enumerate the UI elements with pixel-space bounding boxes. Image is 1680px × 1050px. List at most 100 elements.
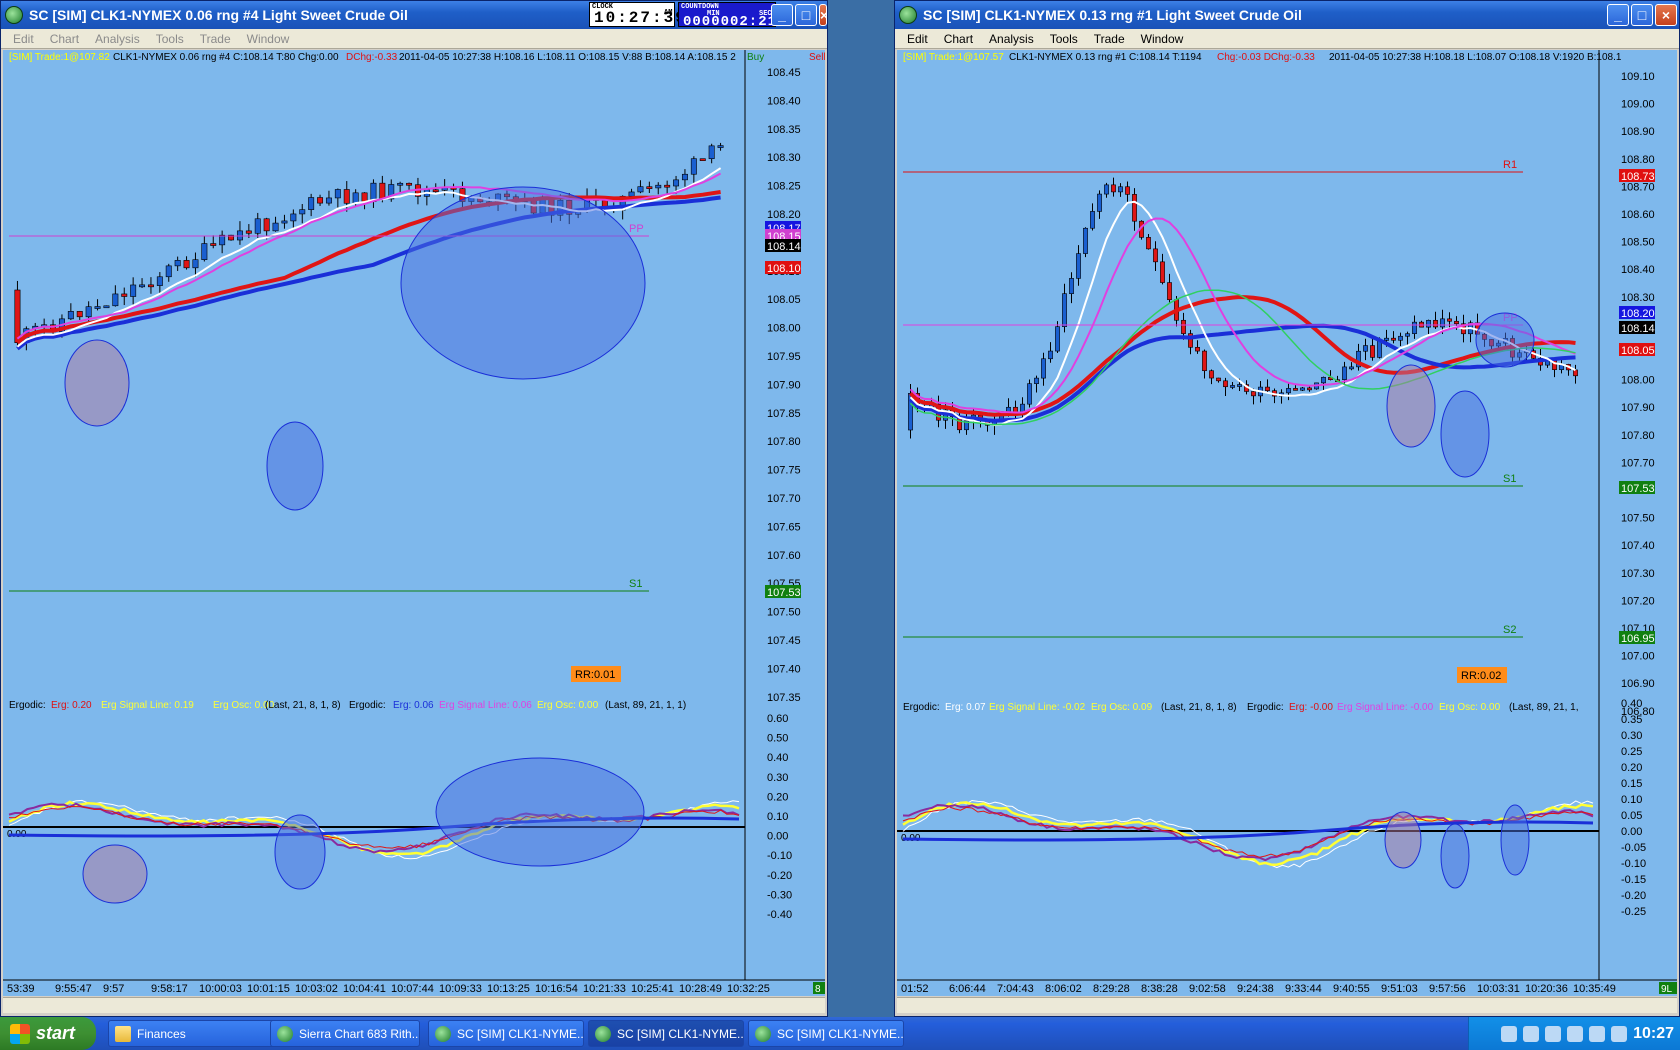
candle-up	[397, 182, 404, 186]
tray-icon[interactable]	[1545, 1025, 1562, 1042]
minimize-button[interactable]: _	[771, 4, 793, 26]
price-axis-tick: 107.70	[1621, 457, 1655, 469]
candle-up	[637, 186, 644, 193]
price-axis-tick: 107.30	[1621, 568, 1655, 580]
highlight-ellipse	[435, 757, 645, 867]
osc-axis-tick: -0.20	[767, 870, 792, 882]
menu-chart[interactable]: Chart	[936, 32, 981, 46]
menu-analysis[interactable]: Analysis	[87, 32, 148, 46]
task-sierra-chart[interactable]: Sierra Chart 683 Rith...	[270, 1020, 420, 1047]
tray-clock[interactable]: 10:27	[1633, 1025, 1674, 1043]
candle-up	[165, 265, 172, 278]
menu-window[interactable]: Window	[1133, 32, 1192, 46]
tray-icon[interactable]	[1501, 1025, 1518, 1042]
candle-up	[85, 306, 92, 318]
price-axis-tick: 108.30	[767, 152, 801, 164]
osc-axis-tick: -0.15	[1621, 874, 1646, 886]
task-chart-2[interactable]: SC [SIM] CLK1-NYME...	[588, 1020, 744, 1047]
time-axis-tick: 10:21:33	[583, 983, 626, 995]
price-axis-tick: 107.20	[1621, 595, 1655, 607]
task-label: Finances	[137, 1026, 186, 1041]
task-chart-1[interactable]: SC [SIM] CLK1-NYME...	[428, 1020, 584, 1047]
price-axis-tick: 107.70	[767, 493, 801, 505]
candle-up	[201, 243, 208, 261]
candle-down	[263, 218, 270, 232]
tray-icon[interactable]	[1523, 1025, 1540, 1042]
chart-info-rest: 2011-04-05 10:27:38 H:108.18 L:108.07 O:…	[1329, 52, 1622, 63]
left-title-bar[interactable]: SC [SIM] CLK1-NYMEX 0.06 rng #4 Light Sw…	[1, 1, 827, 30]
menu-trade[interactable]: Trade	[1086, 32, 1133, 46]
osc-axis-tick: -0.20	[1621, 890, 1646, 902]
tray-icon[interactable]	[1567, 1025, 1584, 1042]
menu-analysis[interactable]: Analysis	[981, 32, 1042, 46]
right-chart-area[interactable]: 109.10 109.00 108.90 108.80 108.70 108.60 108.…	[897, 50, 1677, 996]
osc-axis-tick: 0.50	[767, 733, 788, 745]
price-axis-tick: 107.45	[767, 635, 801, 647]
system-tray: 10:27	[1468, 1017, 1680, 1050]
osc-axis-tick: 0.60	[767, 713, 788, 725]
candle-up	[1090, 211, 1095, 229]
candle-up	[708, 145, 715, 160]
candle-down	[14, 289, 21, 343]
maximize-button[interactable]: □	[795, 4, 817, 26]
highlight-ellipse	[274, 814, 326, 890]
close-button[interactable]: ×	[819, 4, 827, 26]
candle-up	[1412, 321, 1417, 334]
right-chart-window[interactable]: SC [SIM] CLK1-NYMEX 0.13 rng #1 Light Sw…	[894, 0, 1680, 1017]
right-horizontal-scrollbar[interactable]	[897, 997, 1677, 1013]
clock-ampm: AM	[664, 9, 673, 17]
right-chart-svg[interactable]: 109.10 109.00 108.90 108.80 108.70 108.60 108.…	[897, 50, 1677, 996]
price-axis-tick: 108.40	[767, 95, 801, 107]
menu-tools[interactable]: Tools	[148, 32, 192, 46]
close-button[interactable]: ×	[1655, 4, 1677, 26]
left-chart-svg[interactable]: 108.45 108.40 108.35 108.30 108.25 108.20 108.…	[3, 50, 825, 996]
price-axis-tick: 107.75	[767, 465, 801, 477]
menu-trade[interactable]: Trade	[192, 32, 239, 46]
osc-legend-erg: Erg: 0.06	[393, 700, 434, 711]
highlight-ellipse	[266, 421, 324, 511]
candle-up	[334, 189, 341, 199]
left-chart-area[interactable]: 108.45 108.40 108.35 108.30 108.25 108.20 108.…	[3, 50, 825, 996]
osc-axis-tick: -0.10	[1621, 858, 1646, 870]
left-horizontal-scrollbar[interactable]	[3, 997, 825, 1013]
time-axis-tick: 53:39	[7, 983, 35, 995]
time-axis-tick: 10:03:02	[295, 983, 338, 995]
osc-legend-name: Ergodic:	[9, 700, 46, 711]
sierra-chart-icon	[899, 6, 917, 24]
chart-info-line: CLK1-NYMEX 0.13 rng #1 C:108.14 T:1194	[1009, 52, 1202, 63]
start-button[interactable]: start	[0, 1017, 96, 1050]
price-axis-tick: 107.95	[767, 351, 801, 363]
candle-down	[1216, 377, 1221, 382]
menu-edit[interactable]: Edit	[899, 32, 936, 46]
menu-tools[interactable]: Tools	[1042, 32, 1086, 46]
minimize-button[interactable]: _	[1607, 4, 1629, 26]
task-chart-3[interactable]: SC [SIM] CLK1-NYME...	[748, 1020, 904, 1047]
osc-axis-tick: -0.25	[1621, 906, 1646, 918]
right-title-bar[interactable]: SC [SIM] CLK1-NYMEX 0.13 rng #1 Light Sw…	[895, 1, 1679, 29]
osc-legend-erg: Erg: 0.20	[51, 700, 92, 711]
candle-down	[1181, 319, 1186, 334]
chart-info-line: CLK1-NYMEX 0.06 rng #4 C:108.14 T:80 Chg…	[113, 52, 339, 63]
price-axis-tick: 107.85	[767, 408, 801, 420]
tray-icon[interactable]	[1611, 1025, 1628, 1042]
osc-legend-name: Ergodic:	[903, 702, 940, 713]
candle-up	[1083, 227, 1088, 254]
candle-up	[1440, 318, 1445, 328]
tray-icon[interactable]	[1589, 1025, 1606, 1042]
price-axis-tick: 108.35	[767, 124, 801, 136]
candle-down	[1223, 380, 1228, 388]
osc-legend-erg: Erg: -0.00	[1289, 702, 1333, 713]
candle-up	[1363, 345, 1368, 352]
price-axis-tick: 107.80	[767, 436, 801, 448]
left-chart-window[interactable]: SC [SIM] CLK1-NYMEX 0.06 rng #4 Light Sw…	[0, 0, 828, 1017]
menu-edit[interactable]: Edit	[5, 32, 42, 46]
menu-window[interactable]: Window	[239, 32, 298, 46]
price-axis-tick: 108.70	[1621, 181, 1655, 193]
task-finances[interactable]: Finances	[108, 1020, 294, 1047]
menu-chart[interactable]: Chart	[42, 32, 87, 46]
price-axis-tick: 108.25	[767, 181, 801, 193]
osc-axis-tick: 0.10	[1621, 794, 1642, 806]
candle-down	[1153, 248, 1158, 263]
clock-display: CLOCK 10:27:39 AM	[589, 2, 685, 27]
maximize-button[interactable]: □	[1631, 4, 1653, 26]
